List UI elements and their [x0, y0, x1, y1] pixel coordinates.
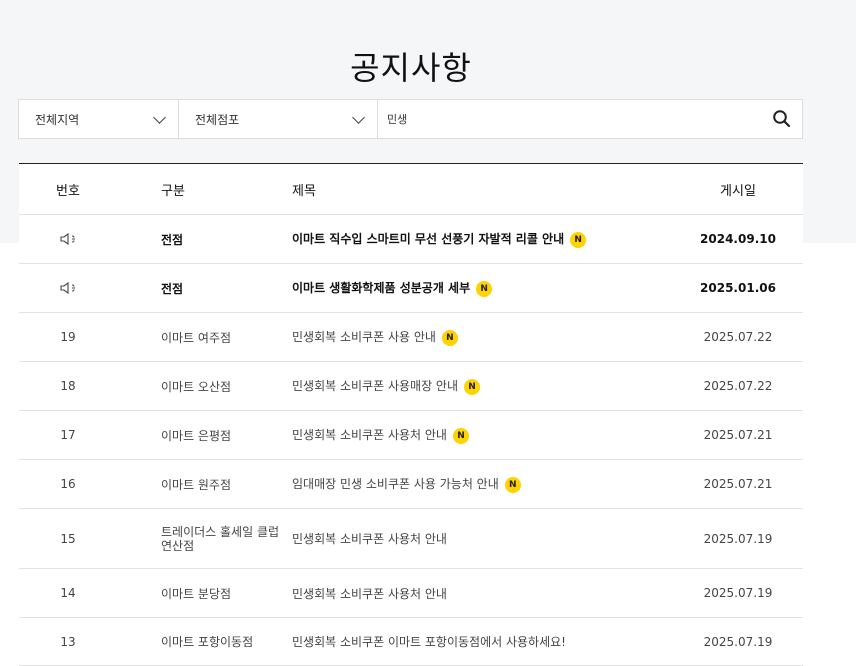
row-number: 15 — [19, 508, 117, 569]
new-badge: N — [570, 231, 587, 248]
row-title-cell: 민생회복 소비쿠폰 사용처 안내 — [292, 568, 673, 618]
row-date: 2025.07.19 — [673, 568, 803, 618]
row-number: 17 — [19, 410, 117, 460]
new-badge: N — [441, 329, 458, 346]
row-title-link[interactable]: 민생회복 소비쿠폰 사용처 안내 — [292, 428, 447, 442]
row-title-cell: 민생회복 소비쿠폰 사용매장 안내 N — [292, 361, 673, 411]
row-date: 2025.07.22 — [673, 361, 803, 411]
search-input[interactable] — [378, 100, 759, 138]
chevron-down-icon — [352, 111, 365, 124]
new-badge: N — [452, 427, 469, 444]
pinned-cell — [19, 214, 117, 264]
table-row[interactable]: 14 이마트 분당점 민생회복 소비쿠폰 사용처 안내 2025.07.19 — [19, 568, 803, 618]
table-row[interactable]: 17 이마트 은평점 민생회복 소비쿠폰 사용처 안내 N 2025.07.21 — [19, 410, 803, 460]
row-date: 2025.01.06 — [673, 263, 803, 313]
header-category: 구분 — [117, 163, 292, 215]
table-row[interactable]: 15 트레이더스 홀세일 클럽 연산점 민생회복 소비쿠폰 사용처 안내 202… — [19, 508, 803, 569]
speaker-icon — [60, 282, 75, 295]
row-title-cell: 이마트 생활화학제품 성분공개 세부 N — [292, 263, 673, 313]
table-row[interactable]: 19 이마트 여주점 민생회복 소비쿠폰 사용 안내 N 2025.07.22 — [19, 312, 803, 362]
row-category: 이마트 원주점 — [117, 459, 292, 509]
row-category: 전점 — [117, 214, 292, 264]
table-row[interactable]: 전점 이마트 직수입 스마트미 무선 선풍기 자발적 리콜 안내 N 2024.0… — [19, 214, 803, 264]
row-title-link[interactable]: 이마트 생활화학제품 성분공개 세부 — [292, 281, 470, 295]
row-title-cell: 임대매장 민생 소비쿠폰 사용 가능처 안내 N — [292, 459, 673, 509]
filter-bar: 전체지역 전체점포 — [18, 99, 803, 139]
row-date: 2025.07.19 — [673, 617, 803, 666]
page-title: 공지사항 — [350, 49, 472, 88]
row-title-link[interactable]: 이마트 직수입 스마트미 무선 선풍기 자발적 리콜 안내 — [292, 232, 564, 246]
row-number: 18 — [19, 361, 117, 411]
row-date: 2024.09.10 — [673, 214, 803, 264]
row-date: 2025.07.22 — [673, 312, 803, 362]
row-category: 이마트 은평점 — [117, 410, 292, 460]
search-button[interactable] — [772, 109, 792, 129]
row-category: 이마트 포항이동점 — [117, 617, 292, 666]
row-number: 13 — [19, 617, 117, 666]
row-category: 이마트 오산점 — [117, 361, 292, 411]
row-title-cell: 민생회복 소비쿠폰 사용처 안내 — [292, 508, 673, 569]
row-title-link[interactable]: 민생회복 소비쿠폰 사용처 안내 — [292, 587, 447, 601]
chevron-down-icon — [153, 111, 166, 124]
header-num: 번호 — [19, 163, 117, 215]
header-date: 게시일 — [673, 163, 803, 215]
store-select-value: 전체점포 — [195, 112, 240, 127]
row-number: 16 — [19, 459, 117, 509]
row-number: 14 — [19, 568, 117, 618]
row-category-cell: 트레이더스 홀세일 클럽 연산점 — [117, 508, 292, 569]
region-select[interactable]: 전체지역 — [19, 100, 179, 138]
row-category: 이마트 여주점 — [117, 312, 292, 362]
region-select-value: 전체지역 — [35, 112, 80, 127]
row-title-cell: 민생회복 소비쿠폰 사용처 안내 N — [292, 410, 673, 460]
row-title-cell: 민생회복 소비쿠폰 이마트 포항이동점에서 사용하세요! — [292, 617, 673, 666]
row-title-link[interactable]: 민생회복 소비쿠폰 사용처 안내 — [292, 532, 447, 546]
row-date: 2025.07.21 — [673, 459, 803, 509]
row-title-link[interactable]: 민생회복 소비쿠폰 사용매장 안내 — [292, 379, 458, 393]
pinned-cell — [19, 263, 117, 313]
row-category: 이마트 분당점 — [117, 568, 292, 618]
new-badge: N — [476, 280, 493, 297]
row-date: 2025.07.21 — [673, 410, 803, 460]
row-title-link[interactable]: 민생회복 소비쿠폰 사용 안내 — [292, 330, 436, 344]
table-header-row: 번호 구분 제목 게시일 — [19, 163, 803, 215]
table-row[interactable]: 전점 이마트 생활화학제품 성분공개 세부 N 2025.01.06 — [19, 263, 803, 313]
speaker-icon — [60, 233, 75, 246]
search-icon — [773, 110, 791, 128]
row-number: 19 — [19, 312, 117, 362]
search-box — [378, 100, 802, 138]
store-select[interactable]: 전체점포 — [179, 100, 378, 138]
table-row[interactable]: 16 이마트 원주점 임대매장 민생 소비쿠폰 사용 가능처 안내 N 2025.… — [19, 459, 803, 509]
row-category: 전점 — [117, 263, 292, 313]
notice-table: 번호 구분 제목 게시일 전점 이마트 직수입 스마트미 무선 선풍기 자발적 … — [19, 163, 803, 666]
row-title-cell: 이마트 직수입 스마트미 무선 선풍기 자발적 리콜 안내 N — [292, 214, 673, 264]
row-title-cell: 민생회복 소비쿠폰 사용 안내 N — [292, 312, 673, 362]
new-badge: N — [504, 476, 521, 493]
new-badge: N — [464, 378, 481, 395]
header-title: 제목 — [292, 163, 673, 215]
row-date: 2025.07.19 — [673, 508, 803, 569]
row-title-link[interactable]: 임대매장 민생 소비쿠폰 사용 가능처 안내 — [292, 477, 499, 491]
row-category: 트레이더스 홀세일 클럽 연산점 — [161, 524, 280, 553]
table-row[interactable]: 18 이마트 오산점 민생회복 소비쿠폰 사용매장 안내 N 2025.07.22 — [19, 361, 803, 411]
table-row[interactable]: 13 이마트 포항이동점 민생회복 소비쿠폰 이마트 포항이동점에서 사용하세요… — [19, 617, 803, 666]
